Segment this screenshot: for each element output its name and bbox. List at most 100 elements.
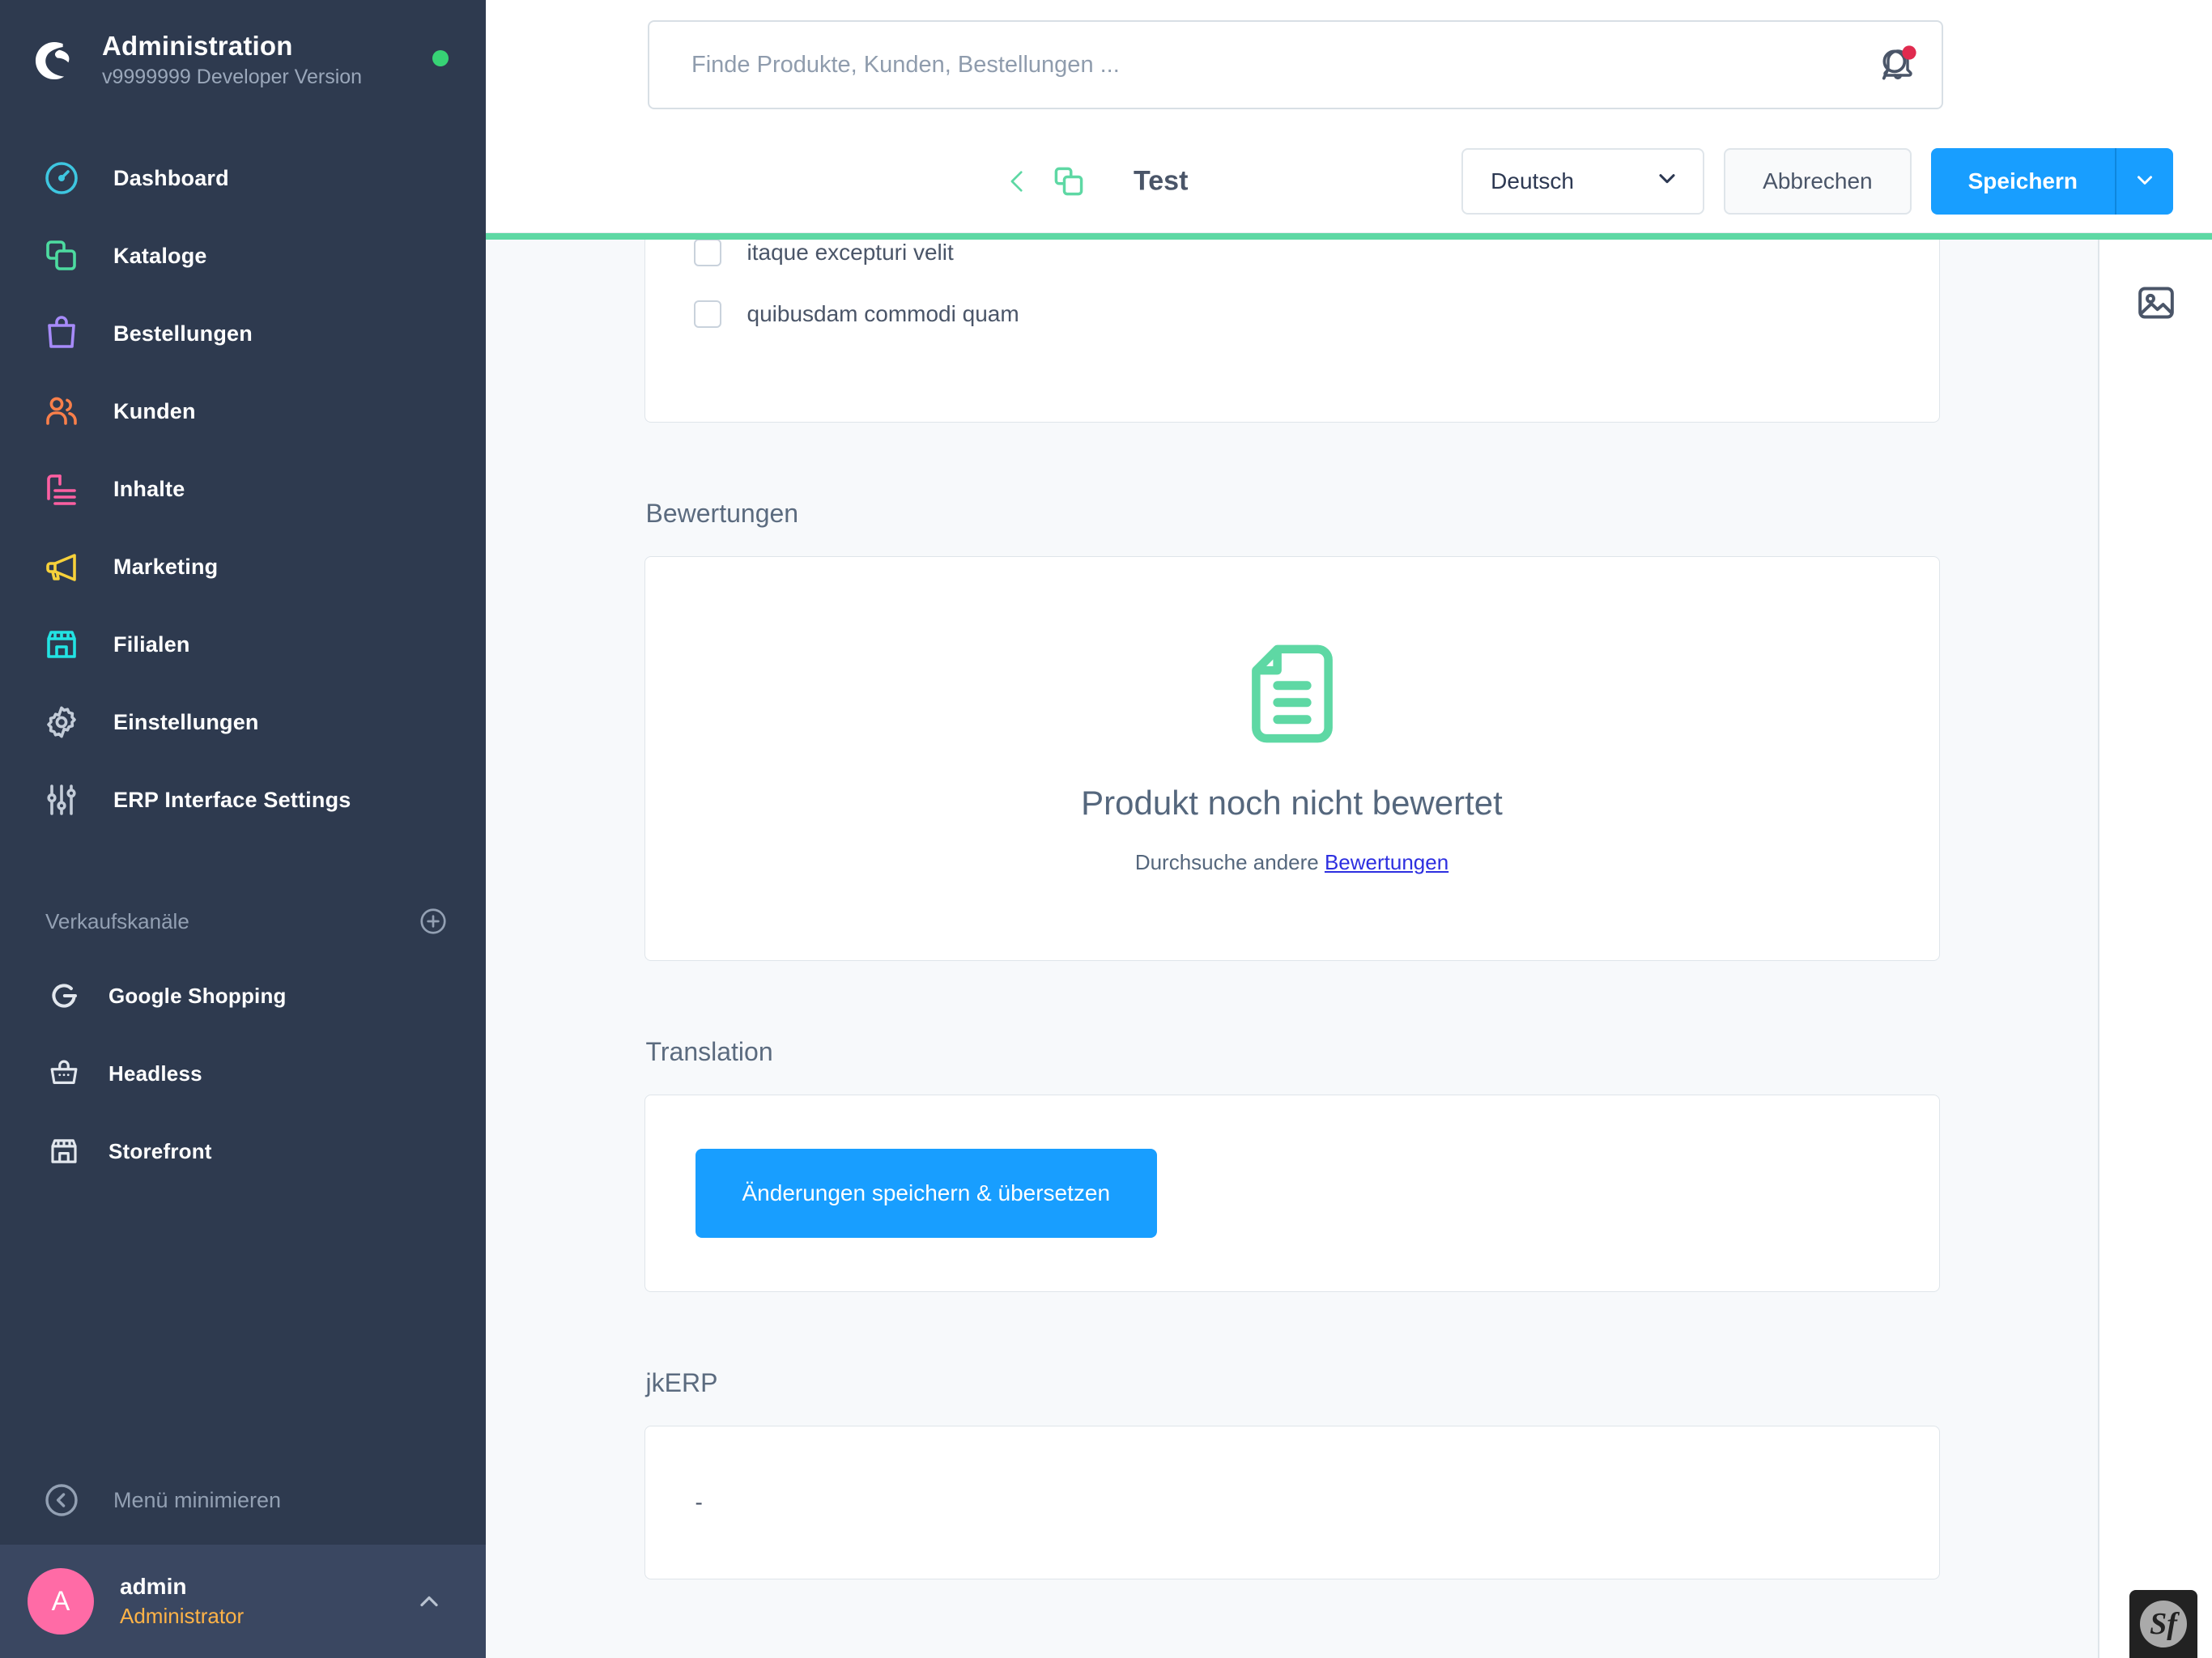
jkerp-card: - <box>644 1426 1940 1579</box>
checkbox-row[interactable]: quibusdam commodi quam <box>693 283 1891 345</box>
document-lines-icon <box>1249 643 1335 745</box>
stores-shop-icon <box>39 622 84 667</box>
reviews-card: Produkt noch nicht bewertet Durchsuche a… <box>644 556 1940 961</box>
content-list-icon <box>39 466 84 512</box>
symfony-debug-toolbar[interactable]: Sf <box>2129 1590 2197 1658</box>
sliders-icon <box>39 777 84 823</box>
language-select[interactable]: Deutsch <box>1461 147 1705 215</box>
properties-card: itaque excepturi velit quibusdam commodi… <box>644 233 1940 423</box>
translation-card: Änderungen speichern & übersetzen <box>644 1095 1940 1292</box>
sidebar-item-erp-interface-settings[interactable]: ERP Interface Settings <box>0 761 486 839</box>
chevron-down-icon <box>1654 165 1680 197</box>
chevron-up-icon[interactable] <box>415 1587 444 1616</box>
sidebar-nav: Dashboard Kataloge Bestellungen Kunden I… <box>0 121 486 839</box>
plus-circle-icon[interactable] <box>418 906 449 937</box>
browse-reviews-link[interactable]: Bewertungen <box>1325 850 1448 874</box>
basket-icon <box>45 1055 83 1092</box>
main-sidebar: Administration v9999999 Developer Versio… <box>0 0 486 1658</box>
jkerp-heading: jkERP <box>645 1368 718 1397</box>
checkbox-label: quibusdam commodi quam <box>747 301 1019 326</box>
duplicate-copy-icon[interactable] <box>1051 164 1087 199</box>
sidebar-brand-title: Administration <box>102 31 293 62</box>
save-and-translate-button[interactable]: Änderungen speichern & übersetzen <box>695 1149 1158 1238</box>
sidebar-item-inhalte[interactable]: Inhalte <box>0 450 486 528</box>
cancel-button[interactable]: Abbrechen <box>1724 147 1912 215</box>
sales-channels-header: Verkaufskanäle <box>0 886 486 957</box>
chevron-left-circle-icon <box>39 1477 84 1523</box>
reviews-empty-sub-prefix: Durchsuche andere <box>1134 849 1325 874</box>
reviews-empty-subtitle: Durchsuche andere Bewertungen <box>1135 850 1448 875</box>
global-search <box>648 20 1943 109</box>
sidebar-item-einstellungen[interactable]: Einstellungen <box>0 683 486 761</box>
status-dot <box>432 50 449 66</box>
sidebar-channel-label: Headless <box>108 1061 202 1086</box>
sidebar-channel-label: Google Shopping <box>108 983 287 1008</box>
notification-badge <box>1902 45 1916 60</box>
user-menu[interactable]: A admin Administrator <box>0 1545 486 1658</box>
sidebar-item-label: Dashboard <box>113 165 229 190</box>
save-button-group: Speichern <box>1930 147 2173 215</box>
content-scroll-area[interactable]: itaque excepturi velit quibusdam commodi… <box>486 233 2099 1658</box>
content-wrapper: itaque excepturi velit quibusdam commodi… <box>486 233 2212 1658</box>
sidebar-channel-storefront[interactable]: Storefront <box>0 1112 486 1190</box>
top-bar <box>486 0 2212 130</box>
image-media-icon[interactable] <box>2133 280 2179 325</box>
sidebar-brand-version: v9999999 Developer Version <box>102 66 363 89</box>
sidebar-item-label: Kunden <box>113 398 196 423</box>
chevron-left-icon[interactable] <box>1004 164 1032 199</box>
chevron-down-icon <box>2133 168 2157 194</box>
smart-bar-actions: Deutsch Abbrechen Speichern <box>1461 147 2173 215</box>
dashboard-gauge-icon <box>39 155 84 201</box>
smart-bar: Test Deutsch Abbrechen Speichern <box>486 130 2212 233</box>
shopware-logo-icon <box>29 36 79 86</box>
reviews-empty-title: Produkt noch nicht bewertet <box>1081 783 1503 822</box>
save-dropdown-toggle[interactable] <box>2115 147 2173 215</box>
sidebar-item-label: ERP Interface Settings <box>113 787 351 812</box>
sidebar-channel-headless[interactable]: Headless <box>0 1035 486 1112</box>
sidebar-item-dashboard[interactable]: Dashboard <box>0 139 486 217</box>
save-button[interactable]: Speichern <box>1930 147 2115 215</box>
app-root: Administration v9999999 Developer Versio… <box>0 0 2212 1658</box>
reviews-heading: Bewertungen <box>645 499 799 528</box>
sidebar-channel-label: Storefront <box>108 1138 212 1163</box>
checkbox-label: itaque excepturi velit <box>747 240 954 265</box>
user-name: admin <box>120 1574 187 1600</box>
sidebar-item-label: Bestellungen <box>113 321 253 346</box>
property-checkbox[interactable] <box>693 300 721 328</box>
sidebar-item-label: Einstellungen <box>113 709 259 734</box>
property-checkbox[interactable] <box>693 239 721 266</box>
sidebar-brand[interactable]: Administration v9999999 Developer Versio… <box>0 0 486 121</box>
storefront-icon <box>45 1133 83 1170</box>
user-meta: admin Administrator <box>120 1572 415 1630</box>
orders-bag-icon <box>39 311 84 356</box>
main-area: Test Deutsch Abbrechen Speichern <box>486 0 2212 1658</box>
content-inner: itaque excepturi velit quibusdam commodi… <box>644 233 1940 1579</box>
search-input[interactable] <box>648 20 1943 109</box>
customers-users-icon <box>39 389 84 434</box>
sidebar-item-label: Kataloge <box>113 243 207 268</box>
settings-gear-icon <box>39 699 84 745</box>
sidebar-item-label: Inhalte <box>113 476 185 501</box>
notifications-bell[interactable] <box>1875 39 1921 91</box>
translation-heading: Translation <box>645 1037 773 1066</box>
page-title: Test <box>1134 165 1189 196</box>
right-rail <box>2099 233 2212 1658</box>
language-select-value: Deutsch <box>1491 168 1574 193</box>
loading-progress-bar <box>486 233 2212 240</box>
google-g-icon <box>45 977 83 1014</box>
sidebar-item-marketing[interactable]: Marketing <box>0 528 486 606</box>
sidebar-item-kataloge[interactable]: Kataloge <box>0 217 486 295</box>
sidebar-item-label: Filialen <box>113 631 190 657</box>
symfony-icon: Sf <box>2140 1601 2187 1647</box>
sidebar-channel-google-shopping[interactable]: Google Shopping <box>0 957 486 1035</box>
sidebar-item-kunden[interactable]: Kunden <box>0 372 486 450</box>
checkbox-row[interactable]: itaque excepturi velit <box>693 233 1891 283</box>
minimize-menu-label: Menü minimieren <box>113 1487 282 1512</box>
user-role: Administrator <box>120 1603 245 1628</box>
sales-channels-title: Verkaufskanäle <box>45 908 189 933</box>
minimize-menu-button[interactable]: Menü minimieren <box>0 1456 486 1545</box>
sidebar-item-filialen[interactable]: Filialen <box>0 606 486 683</box>
sidebar-item-bestellungen[interactable]: Bestellungen <box>0 295 486 372</box>
marketing-megaphone-icon <box>39 544 84 589</box>
